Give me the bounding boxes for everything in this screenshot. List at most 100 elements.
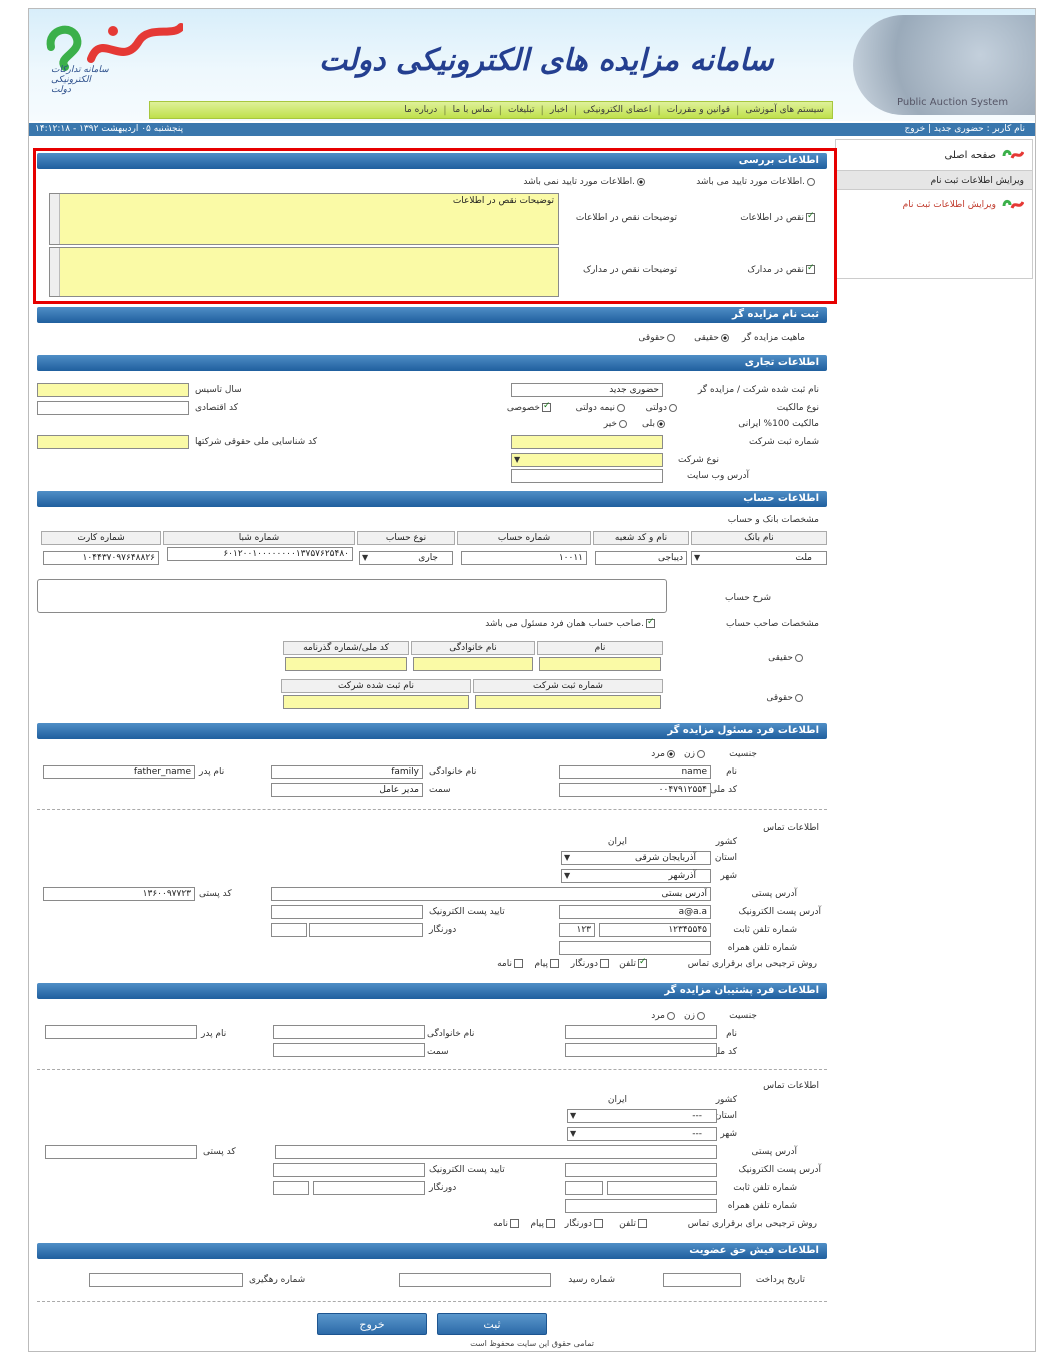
nature-real-option[interactable]: حقیقی bbox=[694, 333, 731, 343]
review-not-approved-option[interactable]: اطلاعات مورد تایید نمی باشد. bbox=[523, 177, 647, 187]
bank-select[interactable]: ملت bbox=[691, 551, 827, 565]
bk-fax-input[interactable] bbox=[313, 1181, 425, 1195]
owner-family-input[interactable] bbox=[413, 657, 533, 671]
review-approved-option[interactable]: اطلاعات مورد تایید می باشد. bbox=[696, 177, 817, 187]
ownership-private[interactable]: خصوصی bbox=[507, 401, 553, 413]
bk-fax-code-input[interactable] bbox=[273, 1181, 309, 1195]
resp-mobile-input[interactable] bbox=[559, 941, 711, 955]
resp-pref-letter[interactable]: نامه bbox=[497, 959, 525, 969]
bk-pref-letter[interactable]: نامه bbox=[493, 1219, 521, 1229]
bk-gender-f[interactable]: زن bbox=[684, 1011, 707, 1021]
bk-city-select[interactable]: --- bbox=[567, 1127, 717, 1141]
nature-real-radio[interactable] bbox=[721, 333, 729, 342]
nav-laws[interactable]: قوانین و مقررات bbox=[667, 105, 730, 115]
nature-legal-option[interactable]: حقوقی bbox=[638, 333, 677, 343]
bk-mobile-input[interactable] bbox=[565, 1199, 717, 1213]
bk-email-confirm-input[interactable] bbox=[273, 1163, 425, 1177]
resp-phone-input[interactable]: ۱۲۳۴۵۵۴۵ bbox=[599, 923, 711, 937]
bk-phone-input[interactable] bbox=[607, 1181, 717, 1195]
bk-first-name-input[interactable] bbox=[565, 1025, 717, 1039]
acc-no-input[interactable]: ۱۰۰۱۱ bbox=[461, 551, 587, 565]
resp-gender-f[interactable]: زن bbox=[684, 749, 707, 759]
resp-position-input[interactable]: مدیر عامل bbox=[271, 783, 423, 797]
resp-first-name-input[interactable]: name bbox=[559, 765, 711, 779]
company-type-select[interactable] bbox=[511, 453, 663, 467]
owner-legal-option[interactable]: حقوقی bbox=[766, 693, 805, 703]
resp-national-code-input[interactable]: ۰۰۴۷۹۱۲۵۵۴ bbox=[559, 783, 711, 797]
reg-no-input[interactable] bbox=[511, 435, 663, 449]
bk-gender-m[interactable]: مرد bbox=[651, 1011, 677, 1021]
nature-legal-radio[interactable] bbox=[667, 333, 675, 342]
bk-position-input[interactable] bbox=[273, 1043, 425, 1057]
sidebar-home[interactable]: صفحه اصلی bbox=[836, 140, 1032, 170]
resp-postal-input[interactable]: ۱۳۶۰۰۹۷۷۲۳ bbox=[43, 887, 195, 901]
resp-address-input[interactable]: آدرس بستی bbox=[271, 887, 711, 901]
owner-name-input[interactable] bbox=[539, 657, 661, 671]
submit-button[interactable]: ثبت bbox=[437, 1313, 547, 1335]
not-approved-radio[interactable] bbox=[637, 177, 645, 186]
resp-email-confirm-input[interactable] bbox=[271, 905, 423, 919]
bk-pref-phone[interactable]: تلفن bbox=[619, 1219, 649, 1229]
owner-regno-input[interactable] bbox=[475, 695, 661, 709]
sidebar-edit-registration[interactable]: ویرایش اطلاعات ثبت نام bbox=[836, 190, 1032, 220]
fee-pay-date-input[interactable] bbox=[663, 1273, 741, 1287]
bk-phone-code-input[interactable] bbox=[565, 1181, 603, 1195]
bk-email-input[interactable] bbox=[565, 1163, 717, 1177]
approved-radio[interactable] bbox=[807, 177, 815, 186]
nav-ads[interactable]: تبلیغات bbox=[508, 105, 534, 115]
company-name-input[interactable]: حضوری جدید bbox=[511, 383, 663, 397]
nav-contact[interactable]: تماس با ما bbox=[453, 105, 493, 115]
acc-type-select[interactable]: جاری bbox=[359, 551, 453, 565]
iranian-yes[interactable]: بلی bbox=[642, 419, 667, 429]
national-id-input[interactable] bbox=[37, 435, 189, 449]
establish-year-input[interactable] bbox=[37, 383, 189, 397]
bk-national-code-input[interactable] bbox=[565, 1043, 717, 1057]
info-defect-option[interactable]: نقص در اطلاعات bbox=[740, 211, 817, 223]
sheba-input[interactable]: ۶۰۱۲۰۰۱۰۰۰۰۰۰۰۰۱۳۷۵۷۶۲۵۴۸۰ bbox=[167, 547, 353, 561]
resp-last-name-input[interactable]: family bbox=[271, 765, 423, 779]
bk-pref-fax[interactable]: دورنگار bbox=[565, 1219, 605, 1229]
owner-real-option[interactable]: حقیقی bbox=[768, 653, 805, 663]
bk-last-name-input[interactable] bbox=[273, 1025, 425, 1039]
nav-training[interactable]: سیستم های آموزشی bbox=[745, 105, 824, 115]
resp-pref-phone[interactable]: تلفن bbox=[619, 957, 649, 969]
bk-postal-input[interactable] bbox=[45, 1145, 197, 1159]
acc-desc-textarea[interactable] bbox=[37, 579, 667, 613]
owner-company-input[interactable] bbox=[283, 695, 469, 709]
doc-defect-option[interactable]: نقص در مدارک bbox=[747, 263, 817, 275]
nav-news[interactable]: اخبار bbox=[550, 105, 568, 115]
status-user[interactable]: نام کاربر : حضوری جدید | خروج bbox=[904, 123, 1025, 136]
fee-tracking-input[interactable] bbox=[89, 1273, 243, 1287]
resp-city-select[interactable]: آذرشهر bbox=[561, 869, 711, 883]
bk-province-select[interactable]: --- bbox=[567, 1109, 717, 1123]
info-defect-textarea[interactable]: توضیحات نقص در اطلاعات bbox=[49, 193, 559, 245]
iranian-no[interactable]: خیر bbox=[604, 419, 629, 429]
owner-same-option[interactable]: صاحب حساب همان فرد مسئول می باشد. bbox=[485, 617, 657, 629]
resp-pref-sms[interactable]: پیام bbox=[534, 959, 561, 969]
doc-defect-textarea[interactable] bbox=[49, 247, 559, 297]
bk-pref-sms[interactable]: پیام bbox=[530, 1219, 557, 1229]
resp-email-input[interactable]: a@a.a bbox=[559, 905, 711, 919]
branch-input[interactable]: دیباجی bbox=[595, 551, 687, 565]
resp-father-input[interactable]: father_name bbox=[43, 765, 195, 779]
owner-id-input[interactable] bbox=[285, 657, 407, 671]
bk-address-input[interactable] bbox=[275, 1145, 717, 1159]
resp-fax-input[interactable] bbox=[309, 923, 423, 937]
resp-fax-code-input[interactable] bbox=[271, 923, 307, 937]
resp-pref-fax[interactable]: دورنگار bbox=[571, 959, 611, 969]
fee-receipt-input[interactable] bbox=[399, 1273, 551, 1287]
nav-about[interactable]: درباره ما bbox=[404, 105, 437, 115]
nav-members[interactable]: اعضای الکترونیکی bbox=[583, 105, 651, 115]
resp-phone-code-input[interactable]: ۱۲۳ bbox=[559, 923, 595, 937]
doc-defect-checkbox[interactable] bbox=[806, 263, 815, 274]
ownership-semistate[interactable]: نیمه دولتی bbox=[576, 403, 627, 413]
info-defect-checkbox[interactable] bbox=[806, 211, 815, 222]
ownership-state[interactable]: دولتی bbox=[646, 403, 679, 413]
economic-code-input[interactable] bbox=[37, 401, 189, 415]
card-input[interactable]: ۱۰۴۴۳۷۰۹۷۶۴۸۸۲۶ bbox=[43, 551, 159, 565]
bk-father-input[interactable] bbox=[45, 1025, 197, 1039]
owner-same-checkbox[interactable] bbox=[646, 617, 655, 628]
exit-button[interactable]: خروج bbox=[317, 1313, 427, 1335]
website-input[interactable] bbox=[511, 469, 663, 483]
resp-gender-m[interactable]: مرد bbox=[651, 749, 677, 759]
